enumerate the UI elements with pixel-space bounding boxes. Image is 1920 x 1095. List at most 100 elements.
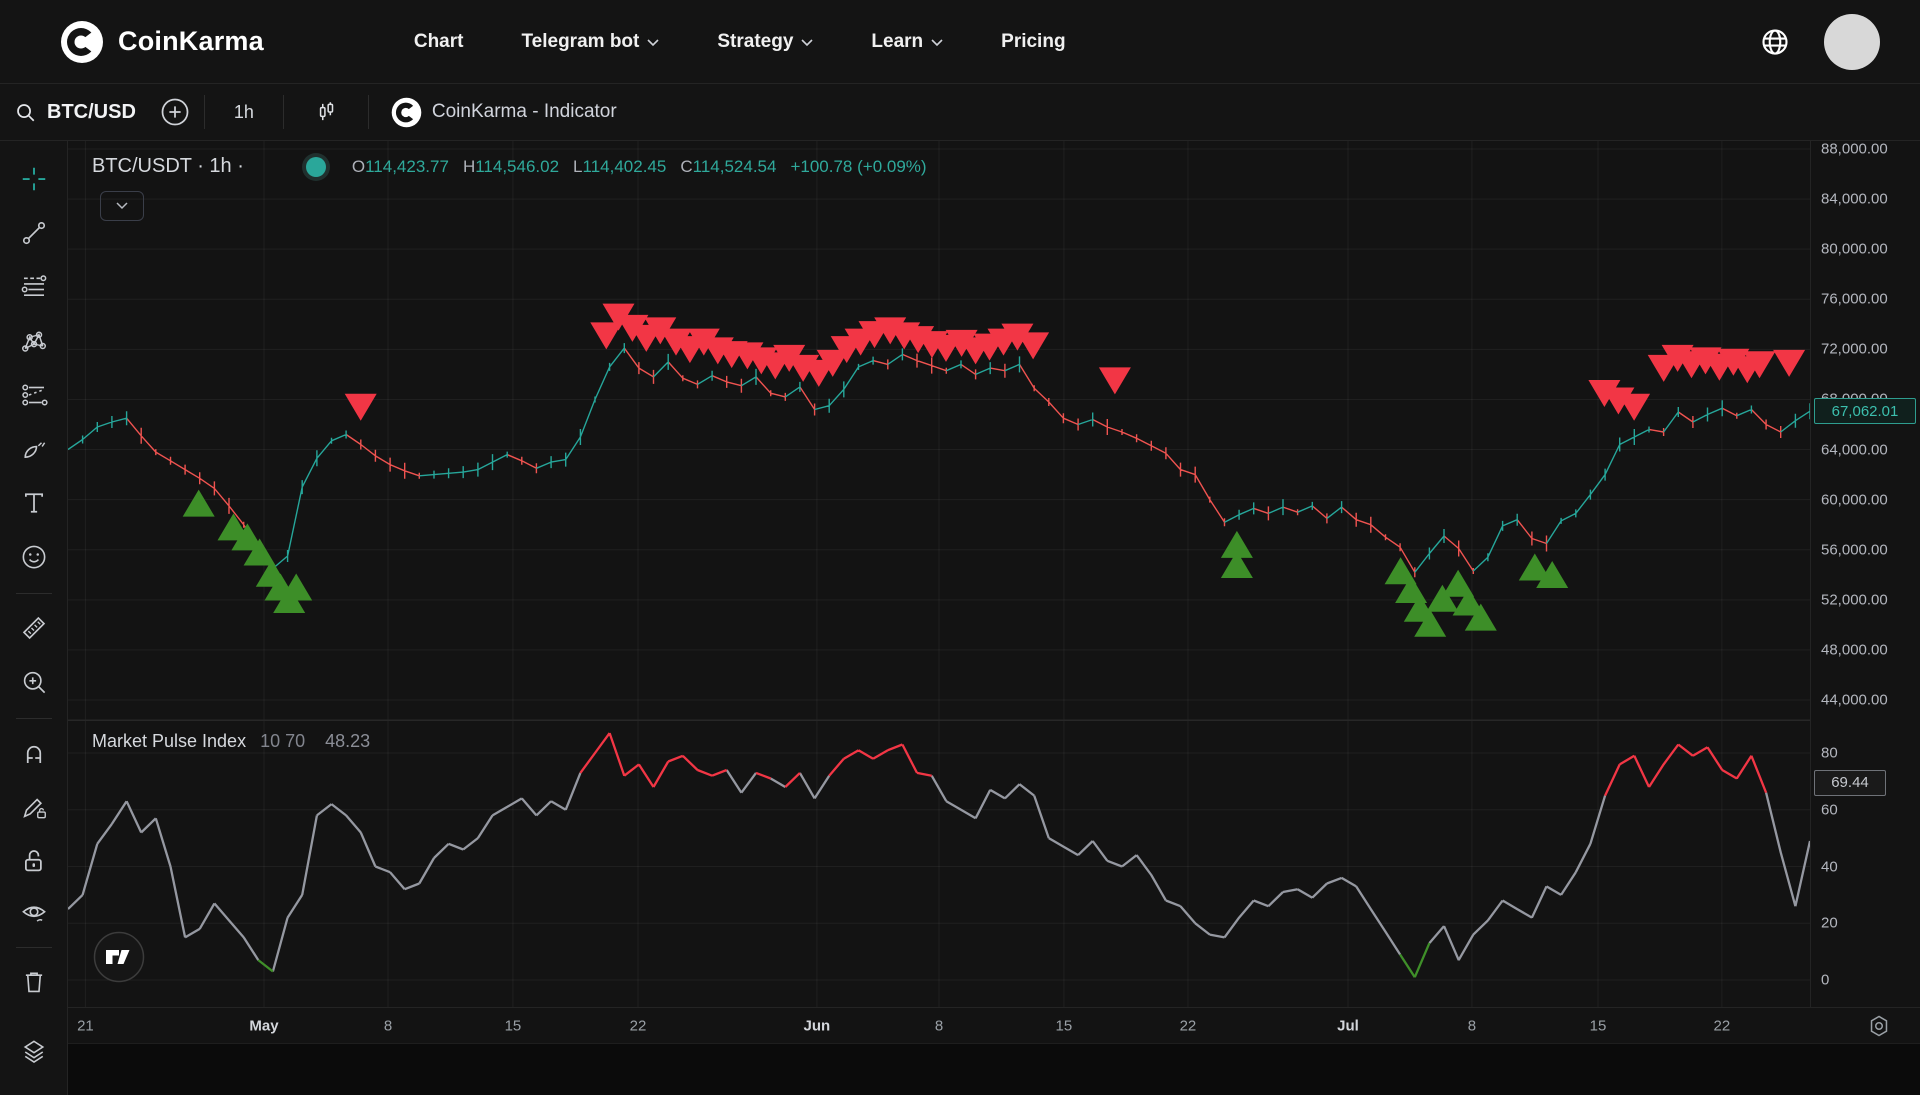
time-axis-label: 8 xyxy=(384,1017,392,1034)
coinkarma-mini-logo-icon xyxy=(391,97,422,128)
price-axis-label: 44,000.00 xyxy=(1821,692,1888,709)
magnet-tool-button[interactable] xyxy=(12,731,56,775)
trash-icon xyxy=(19,967,49,997)
osc-axis-label: 40 xyxy=(1821,858,1838,875)
legend-collapse-button[interactable] xyxy=(100,191,144,221)
fib-retracement-tool-button[interactable] xyxy=(12,265,56,309)
fib-lines-icon xyxy=(19,272,49,302)
indicator-value-tag: 69.44 xyxy=(1814,770,1886,796)
chevron-down-icon xyxy=(116,202,128,210)
text-tool-button[interactable] xyxy=(12,481,56,525)
price-axis[interactable]: 88,000.00 84,000.00 80,000.00 76,000.00 72,0… xyxy=(1810,141,1920,1007)
pencil-lock-icon xyxy=(19,792,49,822)
timezone-gear-icon[interactable] xyxy=(1866,1013,1892,1039)
time-axis-label: 22 xyxy=(1714,1017,1731,1034)
rail-divider xyxy=(16,718,52,719)
indicator-params: 10 70 xyxy=(260,731,305,752)
indicator-legend: Market Pulse Index 10 70 48.23 xyxy=(92,731,370,752)
eye-icon xyxy=(19,898,49,928)
rail-divider xyxy=(16,593,52,594)
ohlc-values: O114,423.77 H114,546.02 L114,402.45 C114… xyxy=(352,157,927,177)
osc-axis-label: 20 xyxy=(1821,915,1838,932)
symbol-label: BTC/USD xyxy=(47,101,136,124)
crosshair-tool-button[interactable] xyxy=(12,157,56,201)
nav-item-chart[interactable]: Chart xyxy=(414,31,464,53)
brand-logo[interactable]: CoinKarma xyxy=(60,20,264,64)
change-value: +100.78 (+0.09%) xyxy=(790,157,926,177)
toolbar-divider xyxy=(368,95,369,129)
remove-drawings-button[interactable] xyxy=(12,960,56,1004)
open-value: 114,423.77 xyxy=(365,157,449,176)
rail-divider xyxy=(16,947,52,948)
layers-icon xyxy=(19,1037,49,1067)
osc-axis-label: 80 xyxy=(1821,745,1838,762)
drawing-mode-lock-button[interactable] xyxy=(12,785,56,829)
chevron-down-icon xyxy=(647,39,659,47)
globe-icon[interactable] xyxy=(1760,27,1790,57)
symbol-legend: BTC/USDT · 1h · O114,423.77 H114,546.02 … xyxy=(92,155,927,178)
xabcd-pattern-icon xyxy=(19,326,49,356)
emoji-tool-button[interactable] xyxy=(12,535,56,579)
unlock-icon xyxy=(19,846,49,876)
chart-canvas[interactable] xyxy=(68,141,1810,1007)
compare-add-icon[interactable] xyxy=(160,97,190,127)
price-axis-label: 48,000.00 xyxy=(1821,641,1888,658)
main-menu: Chart Telegram bot Strategy Learn Pricin… xyxy=(414,31,1066,53)
pane-separator[interactable] xyxy=(68,720,1920,721)
time-axis-label: 8 xyxy=(1468,1017,1476,1034)
symbol-search-button[interactable]: BTC/USD xyxy=(14,101,136,124)
lock-all-button[interactable] xyxy=(12,839,56,883)
indicator-button[interactable]: CoinKarma - Indicator xyxy=(391,97,617,128)
coinkarma-app: CoinKarma Chart Telegram bot Strategy Le… xyxy=(0,0,1920,1095)
brush-icon xyxy=(19,434,49,464)
user-avatar[interactable] xyxy=(1824,14,1880,70)
nav-item-pricing[interactable]: Pricing xyxy=(1001,31,1065,53)
price-axis-label: 52,000.00 xyxy=(1821,591,1888,608)
brush-tool-button[interactable] xyxy=(12,427,56,471)
tradingview-icon xyxy=(93,931,145,983)
text-icon xyxy=(19,488,49,518)
indicator-toolbar-label: CoinKarma - Indicator xyxy=(432,101,617,123)
last-price-tag: 67,062.01 xyxy=(1814,398,1916,424)
magnet-icon xyxy=(19,738,49,768)
search-icon xyxy=(14,101,37,124)
legend-symbol-title[interactable]: BTC/USDT · 1h · xyxy=(92,155,244,178)
object-tree-button[interactable] xyxy=(12,1030,56,1074)
interval-button[interactable]: 1h xyxy=(219,102,269,123)
price-axis-label: 64,000.00 xyxy=(1821,441,1888,458)
close-value: 114,524.54 xyxy=(693,157,777,176)
crosshair-icon xyxy=(19,164,49,194)
price-axis-label: 84,000.00 xyxy=(1821,191,1888,208)
zoom-in-tool-button[interactable] xyxy=(12,660,56,704)
measure-tool-button[interactable] xyxy=(12,606,56,650)
price-axis-label: 76,000.00 xyxy=(1821,291,1888,308)
zoom-in-icon xyxy=(19,667,49,697)
xabcd-pattern-tool-button[interactable] xyxy=(12,319,56,363)
projection-tool-button[interactable] xyxy=(12,373,56,417)
bottom-strip xyxy=(68,1043,1920,1095)
nav-item-telegram-bot[interactable]: Telegram bot xyxy=(521,31,659,53)
price-axis-label: 80,000.00 xyxy=(1821,241,1888,258)
top-nav: CoinKarma Chart Telegram bot Strategy Le… xyxy=(0,0,1920,83)
price-axis-label: 72,000.00 xyxy=(1821,341,1888,358)
time-axis-label: 22 xyxy=(1180,1017,1197,1034)
nav-item-learn[interactable]: Learn xyxy=(871,31,943,53)
brand-name: CoinKarma xyxy=(118,26,264,57)
time-axis-label: 22 xyxy=(630,1017,647,1034)
trend-line-tool-button[interactable] xyxy=(12,211,56,255)
indicator-name[interactable]: Market Pulse Index xyxy=(92,731,246,752)
price-axis-label: 88,000.00 xyxy=(1821,141,1888,158)
nav-right xyxy=(1760,14,1880,70)
chart-style-button[interactable] xyxy=(298,99,354,125)
time-axis[interactable]: 21May81522Jun81522Jul81522 xyxy=(68,1007,1920,1043)
osc-axis-label: 60 xyxy=(1821,801,1838,818)
chart-area: 88,000.00 84,000.00 80,000.00 76,000.00 72,0… xyxy=(68,141,1920,1043)
time-axis-label: 15 xyxy=(1590,1017,1607,1034)
toolbar-divider xyxy=(283,95,284,129)
emoji-icon xyxy=(19,542,49,572)
time-axis-label: Jul xyxy=(1337,1017,1359,1034)
nav-item-strategy[interactable]: Strategy xyxy=(717,31,813,53)
candlestick-icon xyxy=(313,99,339,125)
hide-drawings-button[interactable] xyxy=(12,891,56,935)
tradingview-logo[interactable] xyxy=(93,931,145,983)
